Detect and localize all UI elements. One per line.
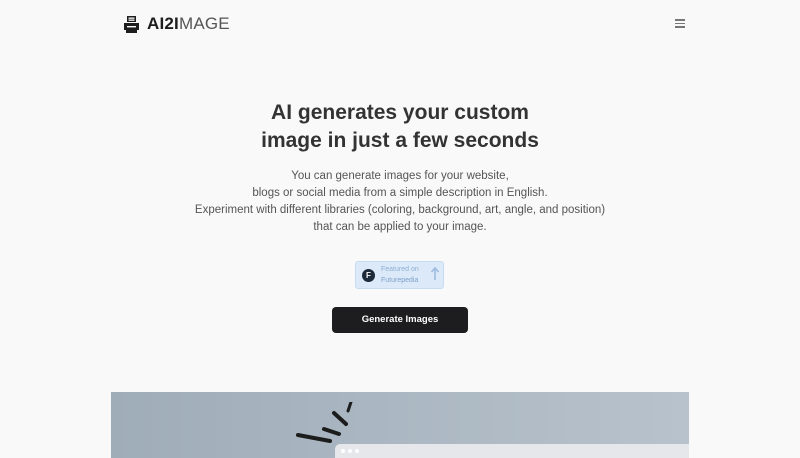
futurepedia-logo-icon: F bbox=[362, 269, 375, 282]
hero-description-line-4: that can be applied to your image. bbox=[313, 221, 487, 233]
hero-description-line-3: Experiment with different libraries (col… bbox=[194, 204, 606, 216]
hero-title: AI generates your custom image in just a… bbox=[200, 99, 600, 155]
hero-title-line-1: AI generates your custom bbox=[271, 101, 529, 124]
badge-sub-label: Futurepedia bbox=[381, 277, 419, 284]
logo-text: AI2IMAGE bbox=[147, 14, 230, 34]
badge-label: Featured on bbox=[381, 266, 419, 273]
logo-text-light: MAGE bbox=[178, 14, 230, 33]
printer-icon bbox=[124, 15, 139, 33]
window-dot bbox=[341, 449, 345, 453]
generate-images-button[interactable]: Generate Images bbox=[332, 307, 468, 333]
browser-window-mockup bbox=[335, 444, 689, 458]
site-logo[interactable]: AI2IMAGE bbox=[124, 14, 230, 34]
hero-description-line-2: blogs or social media from a simple desc… bbox=[252, 187, 548, 199]
hero-title-line-2: image in just a few seconds bbox=[261, 129, 539, 152]
arrow-up-icon bbox=[430, 266, 440, 280]
burst-lines-icon bbox=[296, 402, 353, 443]
badge-logo-letter: F bbox=[366, 271, 371, 280]
window-dot bbox=[355, 449, 359, 453]
hero-description: You can generate images for your website… bbox=[150, 168, 650, 236]
logo-text-bold: AI2I bbox=[147, 14, 179, 33]
site-header: AI2IMAGE bbox=[0, 0, 800, 48]
hero-description-line-1: You can generate images for your website… bbox=[291, 170, 509, 182]
window-controls bbox=[341, 449, 362, 453]
window-dot bbox=[348, 449, 352, 453]
featured-badge[interactable]: F Featured on Futurepedia bbox=[355, 261, 444, 289]
hamburger-menu-icon[interactable] bbox=[672, 17, 688, 31]
